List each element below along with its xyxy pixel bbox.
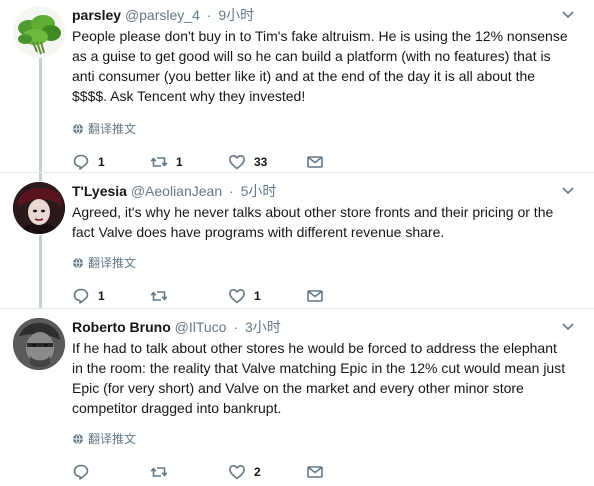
globe-icon: [73, 123, 83, 134]
reply-button[interactable]: 1: [72, 287, 150, 305]
direct-message-button[interactable]: [306, 153, 384, 171]
heart-icon: [229, 155, 245, 170]
reply-count: 1: [98, 289, 105, 303]
tweet-text: Agreed, it's why he never talks about ot…: [72, 204, 554, 240]
tweet-actions: 1 1: [72, 287, 572, 305]
reply-button[interactable]: 1: [72, 153, 150, 171]
envelope-icon: [307, 466, 323, 478]
chevron-down-icon[interactable]: [562, 322, 574, 332]
tweet-actions: 1 1 33: [72, 153, 572, 171]
reply-icon: [73, 154, 89, 170]
tweet-text: If he had to talk about other stores he …: [72, 340, 566, 416]
chevron-down-icon[interactable]: [562, 186, 574, 196]
retweet-icon: [150, 157, 168, 167]
tweet-1[interactable]: parsley @parsley_4 · 9小时 People please d…: [0, 0, 594, 173]
heart-icon: [229, 465, 245, 480]
like-count: 1: [254, 289, 261, 303]
handle[interactable]: @IlTuco: [175, 319, 227, 335]
direct-message-button[interactable]: [306, 287, 384, 305]
tweet-header: Roberto Bruno @IlTuco · 3小时: [72, 319, 281, 335]
roberto-avatar-image: [13, 318, 65, 370]
envelope-icon: [307, 156, 323, 168]
display-name[interactable]: parsley: [72, 7, 121, 23]
translate-label: 翻译推文: [88, 432, 137, 446]
tweet-header: parsley @parsley_4 · 9小时: [72, 7, 255, 23]
parsley-avatar-image: [13, 6, 65, 58]
timestamp[interactable]: 9小时: [218, 7, 254, 23]
handle[interactable]: @parsley_4: [125, 7, 200, 23]
retweet-icon: [150, 467, 168, 477]
retweet-button[interactable]: 1: [150, 153, 228, 171]
like-count: 33: [254, 155, 268, 169]
display-name[interactable]: Roberto Bruno: [72, 319, 171, 335]
timestamp[interactable]: 3小时: [245, 319, 281, 335]
heart-icon: [229, 289, 245, 304]
retweet-count: 1: [176, 155, 183, 169]
chevron-down-icon[interactable]: [562, 10, 574, 20]
like-count: 2: [254, 465, 261, 479]
retweet-icon: [150, 291, 168, 301]
display-name[interactable]: T'Lyesia: [72, 183, 127, 199]
like-button[interactable]: 33: [228, 153, 306, 171]
thread-line: [39, 56, 42, 172]
retweet-button[interactable]: [150, 287, 228, 305]
tweet-actions: 2: [72, 463, 572, 481]
tweet-2[interactable]: T'Lyesia @AeolianJean · 5小时 Agreed, it's…: [0, 173, 594, 309]
translate-label: 翻译推文: [88, 122, 137, 136]
reply-icon: [73, 464, 89, 480]
timestamp[interactable]: 5小时: [241, 183, 277, 199]
like-button[interactable]: 2: [228, 463, 306, 481]
retweet-button[interactable]: [150, 463, 228, 481]
tweet-header: T'Lyesia @AeolianJean · 5小时: [72, 183, 277, 199]
reply-button[interactable]: [72, 463, 150, 481]
translate-label: 翻译推文: [88, 256, 137, 270]
like-button[interactable]: 1: [228, 287, 306, 305]
reply-count: 1: [98, 155, 105, 169]
globe-icon: [73, 433, 83, 444]
thread-line: [39, 235, 42, 309]
avatar[interactable]: [13, 6, 65, 58]
handle[interactable]: @AeolianJean: [131, 183, 222, 199]
thread-line: [39, 173, 42, 181]
tweet-3[interactable]: Roberto Bruno @IlTuco · 3小时 If he had to…: [0, 309, 594, 486]
translate-tweet-link[interactable]: 翻译推文: [72, 120, 572, 137]
tweet-text: People please don't buy in to Tim's fake…: [72, 28, 568, 104]
avatar[interactable]: [13, 318, 65, 370]
avatar[interactable]: [13, 182, 65, 234]
envelope-icon: [307, 290, 323, 302]
translate-tweet-link[interactable]: 翻译推文: [72, 430, 572, 447]
reply-icon: [73, 288, 89, 304]
tlyesia-avatar-image: [13, 182, 65, 234]
translate-tweet-link[interactable]: 翻译推文: [72, 254, 572, 271]
globe-icon: [73, 257, 83, 268]
direct-message-button[interactable]: [306, 463, 384, 481]
